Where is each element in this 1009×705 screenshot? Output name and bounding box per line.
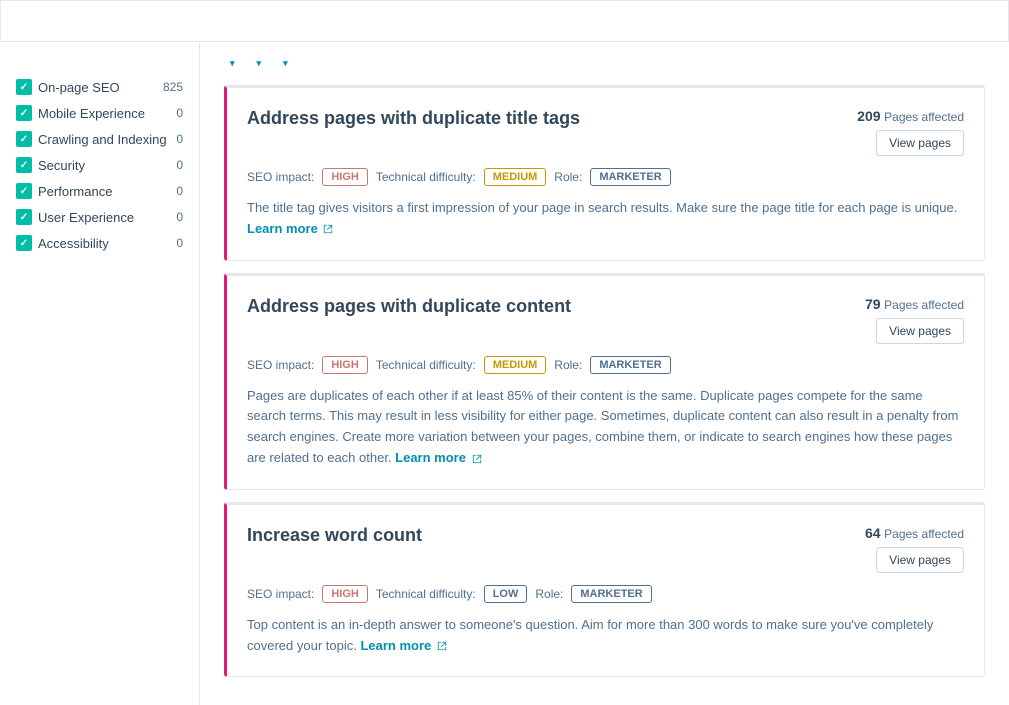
sidebar-count-crawling-indexing: 0 xyxy=(176,132,183,146)
sidebar-label-security: Security xyxy=(38,158,170,173)
impact-filter: ▾ xyxy=(224,58,235,69)
view-pages-button-duplicate-title[interactable]: View pages xyxy=(876,130,964,156)
issue-title-duplicate-content: Address pages with duplicate content xyxy=(247,296,844,317)
role-label-word-count: Role: xyxy=(535,587,563,601)
role-filter-caret: ▾ xyxy=(283,58,288,69)
issue-card-duplicate-title: Address pages with duplicate title tags … xyxy=(224,85,985,261)
impact-filter-button[interactable]: ▾ xyxy=(228,58,235,69)
issue-title-duplicate-title: Address pages with duplicate title tags xyxy=(247,108,844,129)
difficulty-badge-word-count: LOW xyxy=(484,585,528,603)
impact-badge-word-count: HIGH xyxy=(322,585,368,603)
sidebar-count-security: 0 xyxy=(176,158,183,172)
checkbox-icon-security xyxy=(16,157,32,173)
seo-impact-label-duplicate-content: SEO impact: xyxy=(247,358,314,372)
impact-filter-caret: ▾ xyxy=(230,58,235,69)
role-label-duplicate-title: Role: xyxy=(554,170,582,184)
issue-header-left-duplicate-content: Address pages with duplicate content xyxy=(247,296,844,317)
stats-bar xyxy=(0,0,1009,42)
pages-count-duplicate-title: 209 xyxy=(857,108,880,124)
checkbox-icon-accessibility xyxy=(16,235,32,251)
technical-difficulty-filter-button[interactable]: ▾ xyxy=(255,58,262,69)
filters-bar: ▾ ▾ ▾ xyxy=(224,58,985,69)
difficulty-badge-duplicate-content: MEDIUM xyxy=(484,356,547,374)
sidebar-label-mobile-experience: Mobile Experience xyxy=(38,106,170,121)
sidebar-count-performance: 0 xyxy=(176,184,183,198)
seo-impact-label-word-count: SEO impact: xyxy=(247,587,314,601)
checkbox-icon-mobile-experience xyxy=(16,105,32,121)
checkbox-icon-crawling-indexing xyxy=(16,131,32,147)
sidebar-item-accessibility[interactable]: Accessibility 0 xyxy=(16,230,183,256)
sidebar-item-performance[interactable]: Performance 0 xyxy=(16,178,183,204)
pages-count-duplicate-content: 79 xyxy=(865,296,881,312)
main-layout: On-page SEO 825 Mobile Experience 0 Craw… xyxy=(0,42,1009,705)
checkbox-icon-user-experience xyxy=(16,209,32,225)
issue-card-duplicate-content: Address pages with duplicate content 79 … xyxy=(224,273,985,490)
learn-more-link-duplicate-content[interactable]: Learn more xyxy=(395,450,481,465)
pages-affected-word-count: 64 Pages affected View pages xyxy=(844,525,964,573)
learn-more-link-duplicate-title[interactable]: Learn more xyxy=(247,221,333,236)
sidebar-label-accessibility: Accessibility xyxy=(38,236,170,251)
view-pages-button-word-count[interactable]: View pages xyxy=(876,547,964,573)
issue-meta-word-count: SEO impact: HIGH Technical difficulty: L… xyxy=(247,585,964,603)
sidebar: On-page SEO 825 Mobile Experience 0 Craw… xyxy=(0,42,200,705)
sidebar-label-on-page-seo: On-page SEO xyxy=(38,80,157,95)
sidebar-items: On-page SEO 825 Mobile Experience 0 Craw… xyxy=(16,74,183,256)
technical-difficulty-filter: ▾ xyxy=(251,58,262,69)
issue-header-word-count: Increase word count 64 Pages affected Vi… xyxy=(247,525,964,573)
checkbox-icon-on-page-seo xyxy=(16,79,32,95)
sidebar-item-on-page-seo[interactable]: On-page SEO 825 xyxy=(16,74,183,100)
td-label-duplicate-title: Technical difficulty: xyxy=(376,170,476,184)
issue-meta-duplicate-title: SEO impact: HIGH Technical difficulty: M… xyxy=(247,168,964,186)
issue-desc-word-count: Top content is an in-depth answer to som… xyxy=(247,615,964,657)
td-label-word-count: Technical difficulty: xyxy=(376,587,476,601)
role-filter: ▾ xyxy=(277,58,288,69)
difficulty-badge-duplicate-title: MEDIUM xyxy=(484,168,547,186)
pages-affected-duplicate-content: 79 Pages affected View pages xyxy=(844,296,964,344)
pages-label-duplicate-content: Pages affected xyxy=(884,298,964,312)
issue-desc-duplicate-title: The title tag gives visitors a first imp… xyxy=(247,198,964,240)
pages-count-text-duplicate-title: 209 Pages affected xyxy=(857,108,964,124)
issue-desc-duplicate-content: Pages are duplicates of each other if at… xyxy=(247,386,964,469)
impact-badge-duplicate-title: HIGH xyxy=(322,168,368,186)
role-badge-word-count: MARKETER xyxy=(571,585,651,603)
impact-badge-duplicate-content: HIGH xyxy=(322,356,368,374)
issue-header-left-duplicate-title: Address pages with duplicate title tags xyxy=(247,108,844,129)
pages-label-word-count: Pages affected xyxy=(884,527,964,541)
td-label-duplicate-content: Technical difficulty: xyxy=(376,358,476,372)
sidebar-item-mobile-experience[interactable]: Mobile Experience 0 xyxy=(16,100,183,126)
sidebar-item-user-experience[interactable]: User Experience 0 xyxy=(16,204,183,230)
checkbox-icon-performance xyxy=(16,183,32,199)
td-filter-caret: ▾ xyxy=(257,58,262,69)
learn-more-link-word-count[interactable]: Learn more xyxy=(360,638,446,653)
seo-impact-label-duplicate-title: SEO impact: xyxy=(247,170,314,184)
sidebar-count-accessibility: 0 xyxy=(176,236,183,250)
issues-container: Address pages with duplicate title tags … xyxy=(224,85,985,677)
issue-card-word-count: Increase word count 64 Pages affected Vi… xyxy=(224,502,985,678)
pages-label-duplicate-title: Pages affected xyxy=(884,110,964,124)
role-filter-button[interactable]: ▾ xyxy=(281,58,288,69)
sidebar-count-on-page-seo: 825 xyxy=(163,80,183,94)
role-badge-duplicate-content: MARKETER xyxy=(590,356,670,374)
role-badge-duplicate-title: MARKETER xyxy=(590,168,670,186)
sidebar-count-mobile-experience: 0 xyxy=(176,106,183,120)
sidebar-item-crawling-indexing[interactable]: Crawling and Indexing 0 xyxy=(16,126,183,152)
view-pages-button-duplicate-content[interactable]: View pages xyxy=(876,318,964,344)
sidebar-label-crawling-indexing: Crawling and Indexing xyxy=(38,132,170,147)
content-area: ▾ ▾ ▾ xyxy=(200,42,1009,705)
issue-header-left-word-count: Increase word count xyxy=(247,525,844,546)
sidebar-label-user-experience: User Experience xyxy=(38,210,170,225)
sidebar-label-performance: Performance xyxy=(38,184,170,199)
role-label-duplicate-content: Role: xyxy=(554,358,582,372)
sidebar-count-user-experience: 0 xyxy=(176,210,183,224)
app-container: On-page SEO 825 Mobile Experience 0 Craw… xyxy=(0,0,1009,705)
sidebar-item-security[interactable]: Security 0 xyxy=(16,152,183,178)
issue-header-duplicate-content: Address pages with duplicate content 79 … xyxy=(247,296,964,344)
pages-count-word-count: 64 xyxy=(865,525,881,541)
issue-header-duplicate-title: Address pages with duplicate title tags … xyxy=(247,108,964,156)
pages-count-text-duplicate-content: 79 Pages affected xyxy=(865,296,964,312)
pages-count-text-word-count: 64 Pages affected xyxy=(865,525,964,541)
issue-meta-duplicate-content: SEO impact: HIGH Technical difficulty: M… xyxy=(247,356,964,374)
pages-affected-duplicate-title: 209 Pages affected View pages xyxy=(844,108,964,156)
issue-title-word-count: Increase word count xyxy=(247,525,844,546)
